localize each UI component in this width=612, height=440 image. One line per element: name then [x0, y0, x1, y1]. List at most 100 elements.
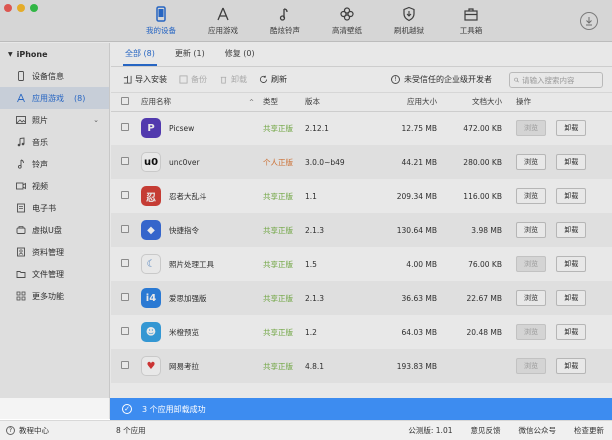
col-header-name[interactable]: 应用名称 ^: [141, 93, 263, 112]
sidebar-item-file-management[interactable]: 文件管理: [0, 263, 109, 285]
uninstall-button[interactable]: 卸载: [556, 188, 587, 204]
chevron-down-icon[interactable]: ⌄: [93, 116, 99, 124]
device-header[interactable]: ▼ iPhone: [0, 43, 109, 65]
table-row[interactable]: ♥ 网易考拉 共享正版 4.8.1 193.83 MB 浏览 卸载: [111, 349, 612, 383]
table-row[interactable]: 忍忍者大乱斗 共享正版 1.1 209.34 MB 116.00 KB 浏览 卸载: [111, 179, 612, 213]
sidebar-item-photos[interactable]: 照片 ⌄: [0, 109, 109, 131]
sidebar-item-device-info[interactable]: 设备信息: [0, 65, 109, 87]
minimize-window-button[interactable]: [17, 4, 25, 12]
sidebar-item-apps[interactable]: 应用游戏 (8): [0, 87, 109, 109]
tab-updates[interactable]: 更新 (1): [165, 48, 215, 66]
browse-button[interactable]: 浏览: [516, 358, 546, 374]
table-header-row: 应用名称 ^ 类型 版本 应用大小 文档大小 操作: [111, 93, 612, 112]
ops-cell: 浏览 卸载: [510, 281, 612, 315]
browse-button[interactable]: 浏览: [516, 154, 546, 170]
doc-size: 280.00 KB: [445, 145, 510, 179]
sort-up-icon[interactable]: ^: [249, 99, 254, 106]
uninstall-selected-button[interactable]: 卸载: [219, 74, 247, 85]
app-type: 共享正版: [263, 327, 293, 337]
browse-button[interactable]: 浏览: [516, 290, 546, 306]
nav-apps[interactable]: 应用游戏: [192, 6, 254, 36]
row-checkbox[interactable]: [121, 191, 129, 199]
refresh-button[interactable]: 刷新: [259, 74, 287, 85]
row-select-cell[interactable]: [111, 349, 141, 383]
trash-icon: [220, 76, 227, 84]
doc-size: 116.00 KB: [463, 191, 502, 201]
sidebar-item-videos[interactable]: 视频: [0, 175, 109, 197]
search-icon: [514, 77, 519, 83]
book-icon: [16, 203, 26, 213]
search-input[interactable]: [522, 75, 602, 85]
nav-ringtones[interactable]: 酷炫铃声: [254, 6, 316, 36]
close-window-button[interactable]: [4, 4, 12, 12]
backup-button[interactable]: 备份: [179, 74, 207, 85]
app-type: 共享正版: [263, 213, 305, 247]
maximize-window-button[interactable]: [30, 4, 38, 12]
sidebar-item-more[interactable]: 更多功能: [0, 285, 109, 307]
select-all-checkbox[interactable]: [121, 96, 129, 105]
sidebar-item-ringtones[interactable]: 铃声: [0, 153, 109, 175]
row-select-cell[interactable]: [111, 281, 141, 315]
sidebar-item-music[interactable]: 音乐: [0, 131, 109, 153]
table-row[interactable]: ◆ 快捷指令 共享正版 2.1.3 130.64 MB 3.98 MB 浏览 卸载: [111, 213, 612, 247]
sidebar-item-data-management[interactable]: 资料管理: [0, 241, 109, 263]
tab-repair[interactable]: 修复 (0): [215, 48, 265, 66]
tutorial-center-link[interactable]: ? 教程中心: [6, 425, 49, 436]
table-row[interactable]: P Picsew 共享正版 2.12.1 12.75 MB 472.00 KB 浏览 卸载: [111, 111, 612, 145]
help-icon: ?: [6, 426, 15, 435]
select-all-cell[interactable]: [111, 93, 141, 112]
row-select-cell[interactable]: [111, 213, 141, 247]
row-select-cell[interactable]: [111, 247, 141, 281]
col-header-type: 类型: [263, 93, 305, 112]
row-select-cell[interactable]: [111, 111, 141, 145]
row-checkbox[interactable]: [121, 293, 129, 301]
app-name-cell: i4 爱思加强版: [141, 281, 263, 315]
row-checkbox[interactable]: [121, 225, 129, 233]
untrusted-developer-link[interactable]: ! 未受信任的企业级开发者: [391, 74, 492, 85]
row-checkbox[interactable]: [121, 327, 129, 335]
uninstall-button[interactable]: 卸载: [556, 256, 587, 272]
app-name: 爱思加强版: [169, 293, 207, 303]
table-row[interactable]: u0 unc0ver 个人正版 3.0.0~b49 44.21 MB 280.00 KB 浏…: [111, 145, 612, 179]
browse-button[interactable]: 浏览: [516, 188, 546, 204]
sidebar-item-ebooks[interactable]: 电子书: [0, 197, 109, 219]
row-select-cell[interactable]: [111, 179, 141, 213]
row-checkbox[interactable]: [121, 361, 129, 369]
uninstall-button[interactable]: 卸载: [556, 222, 587, 238]
flower-icon: [340, 7, 354, 21]
table-row[interactable]: i4 爱思加强版 共享正版 2.1.3 36.63 MB 22.67 MB 浏览 卸载: [111, 281, 612, 315]
uninstall-button[interactable]: 卸载: [556, 290, 587, 306]
browse-button[interactable]: 浏览: [516, 222, 546, 238]
table-row[interactable]: ☻ 米橙预览 共享正版 1.2 64.03 MB 20.48 MB 浏览 卸载: [111, 315, 612, 349]
nav-wallpapers[interactable]: 高清壁纸: [316, 6, 378, 36]
table-row[interactable]: ☾ 照片处理工具 共享正版 1.5 4.00 MB 76.00 KB 浏览 卸载: [111, 247, 612, 281]
row-select-cell[interactable]: [111, 145, 141, 179]
browse-button[interactable]: 浏览: [516, 324, 546, 340]
import-install-button[interactable]: 导入安装: [123, 74, 167, 85]
nav-my-device[interactable]: 我的设备: [130, 6, 192, 36]
row-checkbox[interactable]: [121, 157, 129, 165]
uninstall-button[interactable]: 卸载: [556, 120, 587, 137]
kaola-icon: ♥: [141, 356, 161, 376]
sidebar-item-label: 资料管理: [32, 247, 64, 257]
nav-toolbox[interactable]: 工具箱: [440, 6, 502, 36]
feedback-link[interactable]: 意见反馈: [471, 425, 501, 436]
browse-button[interactable]: 浏览: [516, 256, 546, 272]
backup-label: 备份: [191, 75, 207, 84]
browse-button[interactable]: 浏览: [516, 120, 546, 137]
row-checkbox[interactable]: [121, 123, 129, 132]
download-button[interactable]: [580, 12, 598, 30]
nav-flash-jailbreak[interactable]: 刷机越狱: [378, 6, 440, 36]
uninstall-button[interactable]: 卸载: [556, 358, 587, 374]
uninstall-button[interactable]: 卸载: [556, 324, 587, 340]
photo-icon: [16, 115, 26, 125]
tab-all[interactable]: 全部 (8): [115, 48, 165, 66]
wechat-link[interactable]: 微信公众号: [519, 425, 557, 436]
sidebar-item-virtual-usb[interactable]: 虚拟U盘: [0, 219, 109, 241]
uninstall-button[interactable]: 卸载: [556, 154, 587, 170]
row-select-cell[interactable]: [111, 315, 141, 349]
search-box[interactable]: [509, 72, 603, 88]
app-type: 共享正版: [263, 259, 293, 269]
row-checkbox[interactable]: [121, 259, 129, 267]
check-update-link[interactable]: 检查更新: [574, 425, 604, 436]
